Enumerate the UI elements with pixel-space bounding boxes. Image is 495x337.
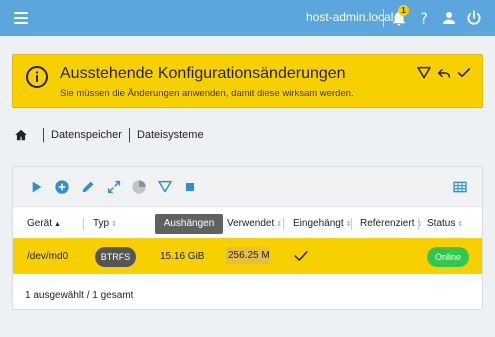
user-icon[interactable] (440, 8, 458, 28)
banner-title: Ausstehende Konfigurationsänderungen (60, 65, 346, 82)
add-circle-icon[interactable] (54, 179, 70, 195)
column-header-used[interactable]: Verwendet ⇕ (227, 218, 282, 229)
power-icon[interactable] (465, 8, 483, 28)
table-toolbar (13, 167, 482, 207)
size-cell: 15.16 GiB (160, 251, 205, 262)
stop-icon[interactable] (182, 179, 198, 195)
column-header-mounted[interactable]: Eingehängt ⇕ (293, 218, 351, 229)
used-cell: 256.25 M (226, 247, 269, 264)
table-icon[interactable] (452, 179, 468, 195)
edit-icon[interactable] (80, 179, 96, 195)
hostname: host-admin.local (306, 10, 394, 24)
breadcrumb-item-datenspeicher[interactable]: Datenspeicher (51, 129, 122, 141)
top-bar: host-admin.local 1 ? (0, 0, 495, 36)
home-icon[interactable] (14, 128, 28, 142)
undo-icon[interactable] (436, 65, 452, 81)
filter-icon[interactable] (416, 65, 432, 81)
column-divider (283, 218, 284, 230)
breadcrumb-divider (128, 128, 130, 142)
menu-icon[interactable] (14, 12, 28, 24)
device-cell: /dev/md0 (27, 251, 69, 262)
column-header-status[interactable]: Status ⇕ (427, 218, 463, 229)
column-header-device[interactable]: Gerät ▲ (27, 218, 61, 229)
pie-chart-icon (132, 180, 146, 194)
type-chip: BTRFS (95, 247, 136, 267)
breadcrumb-item-dateisysteme: Dateisysteme (136, 129, 204, 141)
svg-text:?: ? (420, 9, 428, 27)
column-divider (83, 218, 84, 230)
info-icon (26, 66, 48, 88)
check-icon[interactable] (456, 65, 472, 81)
topbar-divider (383, 9, 384, 27)
column-divider (351, 218, 352, 230)
expand-icon[interactable] (106, 179, 122, 195)
filesystems-panel: Gerät ▲ Typ ⇕ Verwendet ⇕ Eingehängt ⇕ Refer… (12, 166, 483, 310)
table-header: Gerät ▲ Typ ⇕ Verwendet ⇕ Eingehängt ⇕ Refer… (13, 208, 482, 238)
pending-changes-banner: Ausstehende Konfigurationsänderungen Sie… (12, 54, 483, 108)
unmount-tooltip: Aushängen (155, 214, 223, 234)
selection-summary: 1 ausgewählt / 1 gesamt (25, 290, 134, 301)
notification-badge: 1 (398, 5, 409, 16)
help-icon[interactable]: ? (415, 8, 433, 28)
banner-message: Sie müssen die Änderungen anwenden, dami… (60, 88, 354, 99)
column-header-type[interactable]: Typ ⇕ (93, 218, 117, 229)
column-header-referenced[interactable]: Referenziert ⇕ (360, 218, 422, 229)
breadcrumb-divider (43, 128, 44, 142)
column-divider (418, 218, 419, 230)
mounted-check-icon (294, 251, 308, 261)
status-badge: Online (427, 247, 469, 267)
filter-icon[interactable] (157, 179, 173, 195)
table-row[interactable]: /dev/md0 BTRFS 15.16 GiB 256.25 M Online (13, 238, 482, 274)
play-icon[interactable] (28, 179, 44, 195)
breadcrumb: Datenspeicher Dateisysteme (14, 127, 204, 143)
